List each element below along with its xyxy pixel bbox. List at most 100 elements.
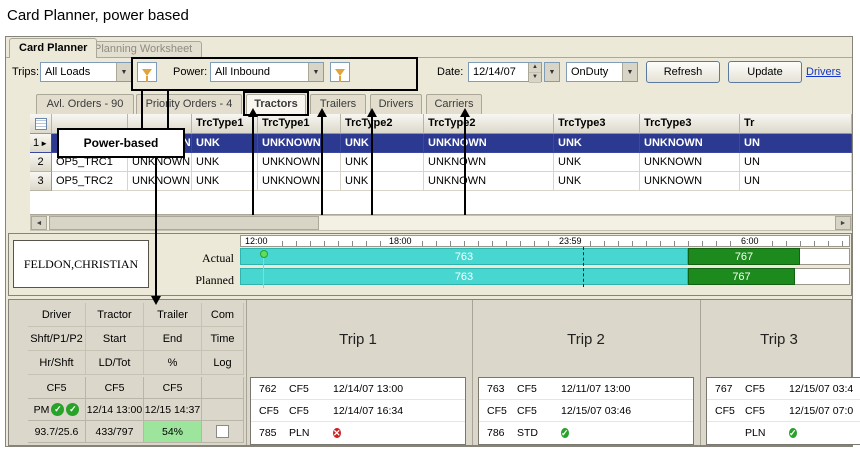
annotation-arrow-line [321, 116, 323, 215]
grid-header-cell[interactable]: TrcType1 [258, 114, 341, 134]
trip-cell: CF5 [289, 383, 329, 395]
cell: UNKNOWN [640, 134, 740, 153]
log-checkbox[interactable] [216, 425, 229, 438]
trip-cell: PLN [745, 427, 785, 439]
duty-select[interactable]: OnDuty ▼ [566, 62, 638, 82]
cell: UN [740, 134, 852, 153]
trip-cell: STD [517, 427, 557, 439]
annotation-arrow-down-icon [151, 296, 161, 305]
actual-row-label: Actual [186, 251, 234, 266]
scrollbar-track[interactable] [319, 216, 835, 230]
cell: UNK [554, 172, 640, 191]
spin-down-icon[interactable]: ▼ [529, 73, 541, 83]
col-header: Shft/P1/P2 [28, 327, 86, 351]
date-spinner[interactable]: ▲ ▼ [528, 63, 541, 81]
trip2-card[interactable]: 763 CF5 12/11/07 13:00 CF5 CF5 12/15/07 … [478, 377, 694, 445]
driver-name-box: FELDON,CHRISTIAN [13, 240, 149, 288]
cell: UNKNOWN [424, 134, 554, 153]
col-header: Log [202, 351, 244, 375]
chevron-down-icon[interactable]: ▼ [622, 63, 637, 81]
chevron-down-icon[interactable]: ▼ [116, 63, 131, 81]
update-button[interactable]: Update [728, 61, 802, 83]
trip-row: 786 STD ✓ [479, 422, 693, 444]
duty-value: OnDuty [567, 66, 622, 78]
current-time-line [583, 247, 584, 287]
trip-cell: 12/14/07 13:00 [329, 383, 465, 395]
grid-corner-cell[interactable] [30, 114, 52, 134]
cell: UNKNOWN [258, 153, 341, 172]
cell: UNK [192, 153, 258, 172]
trip-row: CF5 CF5 12/14/07 16:34 [251, 400, 465, 422]
tab-drivers[interactable]: Drivers [370, 94, 422, 114]
progress-marker-icon [260, 250, 268, 258]
tab-avl-orders[interactable]: Avl. Orders - 90 [36, 94, 134, 114]
trip3-card[interactable]: 767 CF5 12/15/07 03:4 CF5 CF5 12/15/07 0… [706, 377, 860, 445]
col-header: Com [202, 303, 244, 327]
planned-trip-bar[interactable]: 763 [240, 268, 688, 285]
trip-cell: PLN [289, 427, 329, 439]
trip-row: CF5 CF5 12/15/07 03:46 [479, 400, 693, 422]
grid-header-cell[interactable]: TrcType3 [554, 114, 640, 134]
row-number-cell[interactable]: 2 [30, 153, 52, 172]
card-row: CF5 CF5 CF5 [28, 377, 244, 399]
trip-row: 763 CF5 12/11/07 13:00 [479, 378, 693, 400]
table-row[interactable]: 3 OP5_TRC2 UNKNOWN UNK UNKNOWN UNK UNKNO… [30, 172, 852, 191]
trip-row: 767 CF5 12/15/07 03:4 [707, 378, 860, 400]
header-row: Hr/Shft LD/Tot % Log [28, 351, 244, 375]
cell: UNKNOWN [258, 172, 341, 191]
card-row: 93.7/25.6 433/797 54% [28, 421, 244, 443]
col-header: % [144, 351, 202, 375]
trip-cell: 12/15/07 03:46 [557, 405, 693, 417]
grid-icon [35, 118, 47, 130]
grid-header-cell[interactable]: Tr [740, 114, 852, 134]
grid-header-cell[interactable]: TrcType3 [640, 114, 740, 134]
grid-header-cell[interactable]: TrcType2 [341, 114, 424, 134]
cell: UNKNOWN [424, 153, 554, 172]
annotation-power-based-label: Power-based [57, 128, 185, 158]
driver-card: CF5 CF5 CF5 PM ✓ ✓ 12/14 13:00 12/15 14:… [28, 377, 244, 443]
annotation-arrow-line [155, 158, 157, 296]
trip-cell: CF5 [517, 405, 557, 417]
timeline-ruler: 12:00 18:00 23:59 6:00 [240, 235, 850, 247]
grid-header-cell[interactable]: TrcType2 [424, 114, 554, 134]
trip-row: 762 CF5 12/14/07 13:00 [251, 378, 465, 400]
spin-up-icon[interactable]: ▲ [529, 63, 541, 73]
row-number-cell[interactable]: 3 [30, 172, 52, 191]
card-cell: 12/15 14:37 [144, 399, 202, 421]
trip1-card[interactable]: 762 CF5 12/14/07 13:00 CF5 CF5 12/14/07 … [250, 377, 466, 445]
trip-cell: CF5 [745, 383, 785, 395]
tick-label: 12:00 [243, 236, 270, 246]
grid-horizontal-scrollbar[interactable]: ◄ ► [30, 215, 852, 231]
grid-header-cell[interactable]: TrcType1 [192, 114, 258, 134]
card-cell: CF5 [144, 377, 202, 399]
planned-trip-bar[interactable]: 767 [688, 268, 795, 285]
refresh-button[interactable]: Refresh [646, 61, 720, 83]
header-row: Driver Tractor Trailer Com [28, 303, 244, 327]
tab-planning-worksheet[interactable]: Planning Worksheet [84, 41, 202, 57]
trip-cell: 762 [251, 383, 289, 395]
trip-cell: CF5 [251, 405, 289, 417]
cell: UN [740, 153, 852, 172]
annotation-arrow-line [371, 116, 373, 215]
cell: UNK [554, 134, 640, 153]
tab-priority-orders[interactable]: Priority Orders - 4 [136, 94, 242, 114]
actual-trip-bar[interactable]: 763 [240, 248, 688, 265]
date-value: 12/14/07 [469, 66, 528, 78]
trip-row: 785 PLN ✕ [251, 422, 465, 444]
actual-trip-bar[interactable]: 767 [688, 248, 800, 265]
date-input[interactable]: 12/14/07 ▲ ▼ [468, 62, 542, 82]
header-row: Shft/P1/P2 Start End Time [28, 327, 244, 351]
card-cell: PM ✓ ✓ [28, 399, 86, 421]
scrollbar-thumb[interactable] [49, 216, 319, 230]
trip-cell: 786 [479, 427, 517, 439]
chevron-down-icon[interactable]: ▼ [545, 63, 559, 81]
trips-select[interactable]: All Loads ▼ [40, 62, 132, 82]
scroll-right-icon[interactable]: ► [835, 216, 851, 230]
scroll-left-icon[interactable]: ◄ [31, 216, 47, 230]
tab-card-planner[interactable]: Card Planner [9, 38, 97, 58]
row-number-cell[interactable]: 1► [30, 134, 52, 153]
tab-carriers[interactable]: Carriers [426, 94, 482, 114]
date-dropdown-button[interactable]: ▼ [544, 62, 560, 82]
panel-divider [472, 300, 473, 445]
drivers-link[interactable]: Drivers [806, 62, 841, 82]
